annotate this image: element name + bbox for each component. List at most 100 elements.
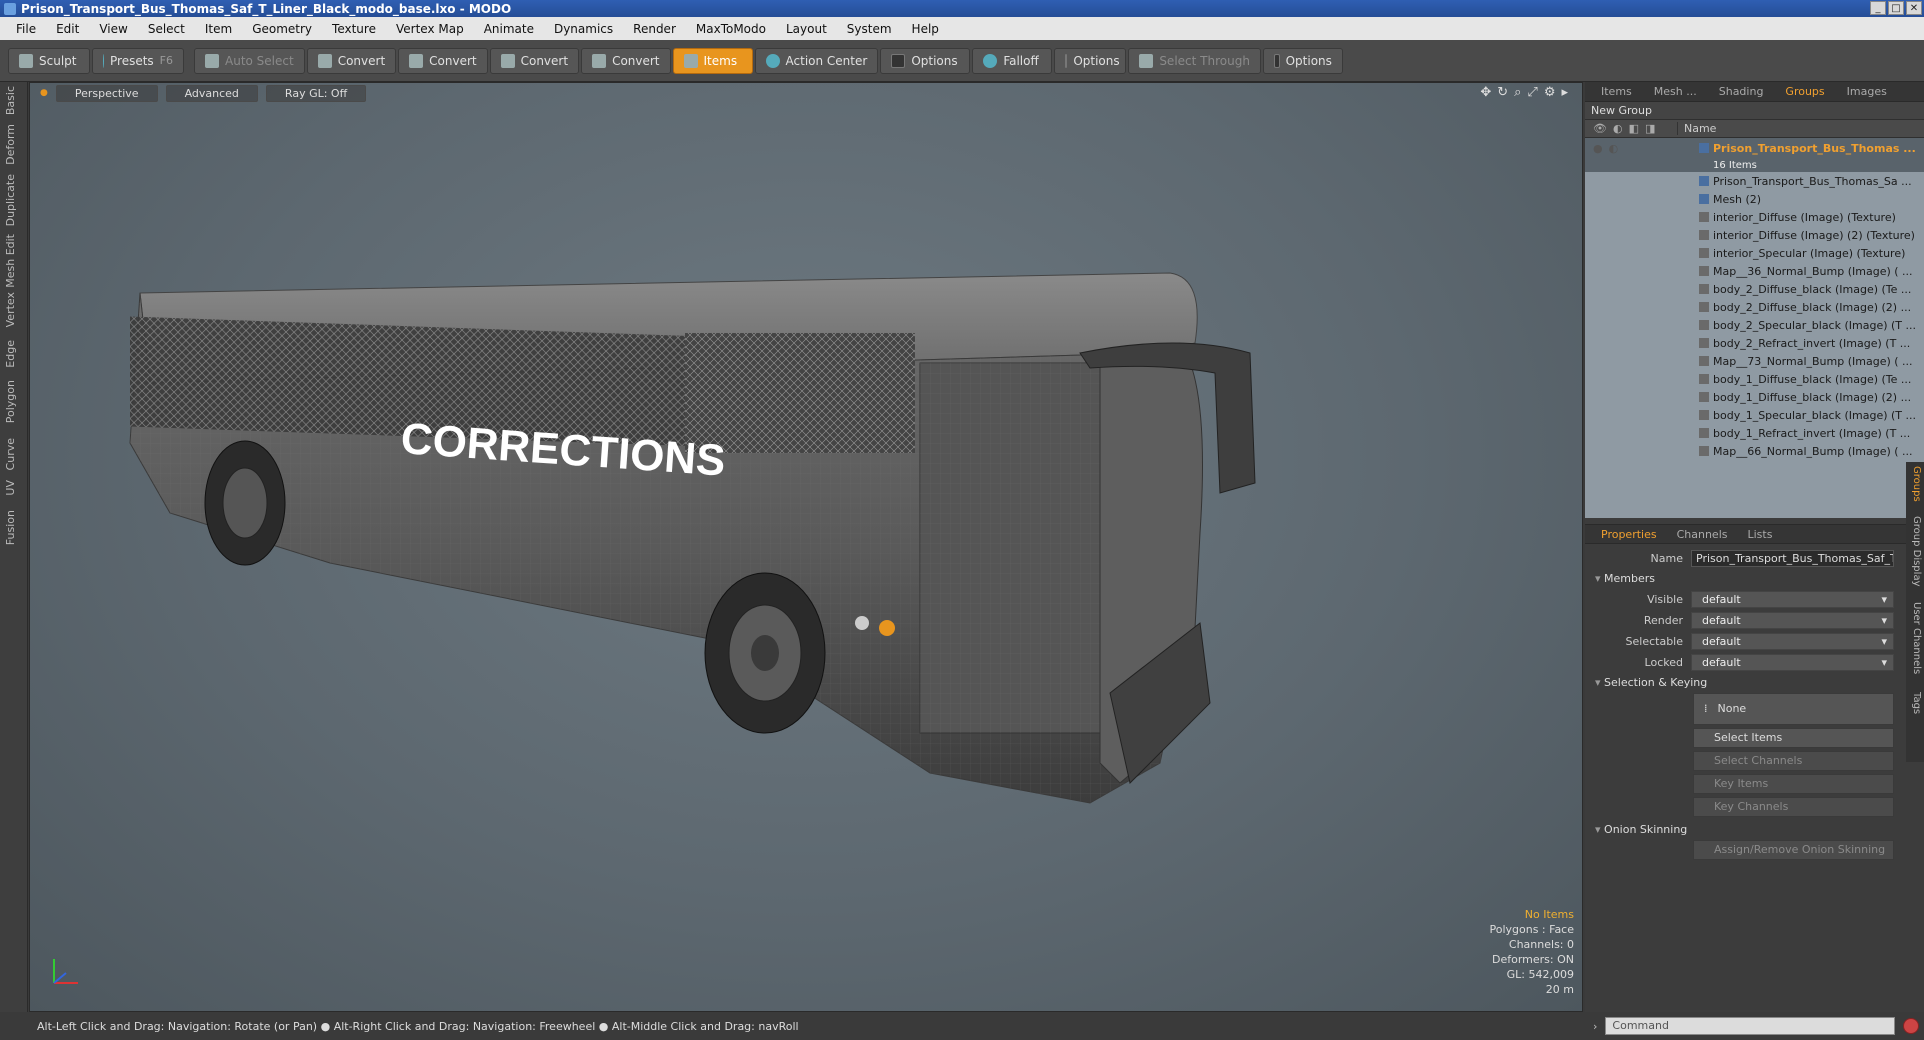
tab-mesh-edit[interactable]: Mesh Edit	[4, 234, 24, 288]
list-item[interactable]: Mesh (2)	[1585, 190, 1924, 208]
tab-channels[interactable]: Channels	[1667, 526, 1738, 543]
list-item[interactable]: Map__73_Normal_Bump (Image) ( ...	[1585, 352, 1924, 370]
menu-file[interactable]: File	[6, 22, 46, 36]
select-through-button[interactable]: Select Through	[1128, 47, 1261, 74]
menu-system[interactable]: System	[837, 22, 902, 36]
selection-keying-section[interactable]: Selection & Keying	[1591, 673, 1894, 693]
list-item[interactable]: body_1_Diffuse_black (Image) (Te ...	[1585, 370, 1924, 388]
menu-view[interactable]: View	[89, 22, 137, 36]
menu-help[interactable]: Help	[902, 22, 949, 36]
command-history-button[interactable]	[1903, 1018, 1920, 1034]
presets-button[interactable]: Presets F6	[92, 47, 184, 74]
options-button-2[interactable]: Options	[1054, 47, 1127, 74]
convert-vertex-button[interactable]: Convert	[306, 47, 397, 74]
new-group-button[interactable]: New Group	[1585, 102, 1924, 120]
tab-images[interactable]: Images	[1837, 83, 1897, 100]
lock-icon[interactable]: ◨	[1645, 122, 1655, 135]
side-tab-user-channels[interactable]: User Channels	[1908, 602, 1922, 674]
list-item[interactable]: body_1_Refract_invert (Image) (T ...	[1585, 424, 1924, 442]
close-button[interactable]: ✕	[1906, 1, 1922, 15]
3d-viewport[interactable]: ● Perspective Advanced Ray GL: Off ✥ ↻ ⌕…	[29, 82, 1583, 1012]
selectable-dropdown[interactable]: default	[1691, 633, 1894, 650]
falloff-button[interactable]: Falloff	[972, 47, 1053, 74]
list-item[interactable]: body_1_Diffuse_black (Image) (2) ...	[1585, 388, 1924, 406]
list-item[interactable]: Prison_Transport_Bus_Thomas_Sa ...	[1585, 172, 1924, 190]
render-toggle-icon[interactable]: ◐	[1609, 142, 1619, 155]
assign-onion-skinning-button[interactable]: Assign/Remove Onion Skinning	[1693, 840, 1894, 860]
menu-item[interactable]: Item	[195, 22, 242, 36]
menu-layout[interactable]: Layout	[776, 22, 837, 36]
tab-fusion[interactable]: Fusion	[4, 510, 24, 545]
action-center-button[interactable]: Action Center	[754, 47, 879, 74]
presets-icon	[103, 53, 104, 68]
list-item[interactable]: interior_Diffuse (Image) (Texture)	[1585, 208, 1924, 226]
items-mode-button[interactable]: Items	[672, 47, 753, 74]
tab-uv[interactable]: UV	[4, 480, 24, 496]
side-tab-group-display[interactable]: Group Display	[1908, 516, 1922, 586]
tab-properties[interactable]: Properties	[1591, 526, 1667, 543]
tab-edge[interactable]: Edge	[4, 340, 24, 368]
tab-vertex[interactable]: Vertex	[4, 292, 24, 327]
render-dropdown[interactable]: default	[1691, 612, 1894, 629]
falloff-icon	[983, 53, 998, 68]
list-item[interactable]: body_1_Specular_black (Image) (T ...	[1585, 406, 1924, 424]
none-button[interactable]: ⁞ None	[1693, 693, 1894, 725]
list-item[interactable]: body_2_Refract_invert (Image) (T ...	[1585, 334, 1924, 352]
group-row[interactable]: ● ◐ Prison_Transport_Bus_Thomas ...	[1585, 138, 1924, 158]
list-item[interactable]: Map__66_Normal_Bump (Image) ( ...	[1585, 442, 1924, 460]
key-items-button[interactable]: Key Items	[1693, 774, 1894, 794]
select-channels-button[interactable]: Select Channels	[1693, 751, 1894, 771]
options-button-3[interactable]: Options	[1262, 47, 1343, 74]
tab-mesh[interactable]: Mesh ...	[1644, 83, 1707, 100]
menu-vertex-map[interactable]: Vertex Map	[386, 22, 474, 36]
tab-curve[interactable]: Curve	[4, 438, 24, 470]
menu-maxtomodo[interactable]: MaxToModo	[686, 22, 776, 36]
minimize-button[interactable]: _	[1870, 1, 1886, 15]
members-section[interactable]: Members	[1591, 569, 1894, 589]
key-channels-button[interactable]: Key Channels	[1693, 797, 1894, 817]
convert-polygon-button[interactable]: Convert	[489, 47, 580, 74]
tab-polygon[interactable]: Polygon	[4, 380, 24, 423]
list-item[interactable]: body_2_Diffuse_black (Image) (2) ...	[1585, 298, 1924, 316]
menu-edit[interactable]: Edit	[46, 22, 89, 36]
visibility-icon[interactable]: 👁	[1593, 122, 1607, 135]
texture-icon	[1699, 230, 1709, 240]
select-items-button[interactable]: Select Items	[1693, 728, 1894, 748]
tab-shading[interactable]: Shading	[1709, 83, 1774, 100]
tab-deform[interactable]: Deform	[4, 124, 24, 165]
menu-texture[interactable]: Texture	[322, 22, 386, 36]
list-item[interactable]: Map__36_Normal_Bump (Image) ( ...	[1585, 262, 1924, 280]
select-icon[interactable]: ◧	[1629, 122, 1639, 135]
options-button-1[interactable]: Options	[880, 47, 971, 74]
tab-lists[interactable]: Lists	[1738, 526, 1783, 543]
menu-animate[interactable]: Animate	[474, 22, 544, 36]
auto-select-button[interactable]: Auto Select	[194, 47, 305, 74]
render-icon[interactable]: ◐	[1613, 122, 1623, 135]
menu-dynamics[interactable]: Dynamics	[544, 22, 623, 36]
maximize-button[interactable]: □	[1888, 1, 1904, 15]
convert-material-button[interactable]: Convert	[581, 47, 671, 74]
command-expand-icon[interactable]: ›	[1593, 1020, 1597, 1033]
list-item[interactable]: interior_Specular (Image) (Texture)	[1585, 244, 1924, 262]
name-field[interactable]: Prison_Transport_Bus_Thomas_Saf_T	[1691, 550, 1894, 567]
tab-basic[interactable]: Basic	[4, 86, 24, 115]
command-input[interactable]: Command	[1605, 1017, 1896, 1035]
sculpt-button[interactable]: Sculpt	[8, 47, 90, 74]
eye-icon[interactable]: ●	[1593, 142, 1603, 155]
tab-duplicate[interactable]: Duplicate	[4, 174, 24, 226]
list-item[interactable]: body_2_Specular_black (Image) (T ...	[1585, 316, 1924, 334]
list-item[interactable]: interior_Diffuse (Image) (2) (Texture)	[1585, 226, 1924, 244]
menu-geometry[interactable]: Geometry	[242, 22, 322, 36]
name-column-header[interactable]: Name	[1677, 122, 1716, 135]
tab-items[interactable]: Items	[1591, 83, 1642, 100]
menu-select[interactable]: Select	[138, 22, 195, 36]
onion-skinning-section[interactable]: Onion Skinning	[1591, 820, 1894, 840]
locked-dropdown[interactable]: default	[1691, 654, 1894, 671]
list-item[interactable]: body_2_Diffuse_black (Image) (Te ...	[1585, 280, 1924, 298]
side-tab-groups[interactable]: Groups	[1908, 466, 1922, 502]
menu-render[interactable]: Render	[623, 22, 686, 36]
convert-edge-button[interactable]: Convert	[398, 47, 488, 74]
visible-dropdown[interactable]: default	[1691, 591, 1894, 608]
tab-groups[interactable]: Groups	[1775, 83, 1834, 100]
side-tab-tags[interactable]: Tags	[1908, 692, 1922, 714]
